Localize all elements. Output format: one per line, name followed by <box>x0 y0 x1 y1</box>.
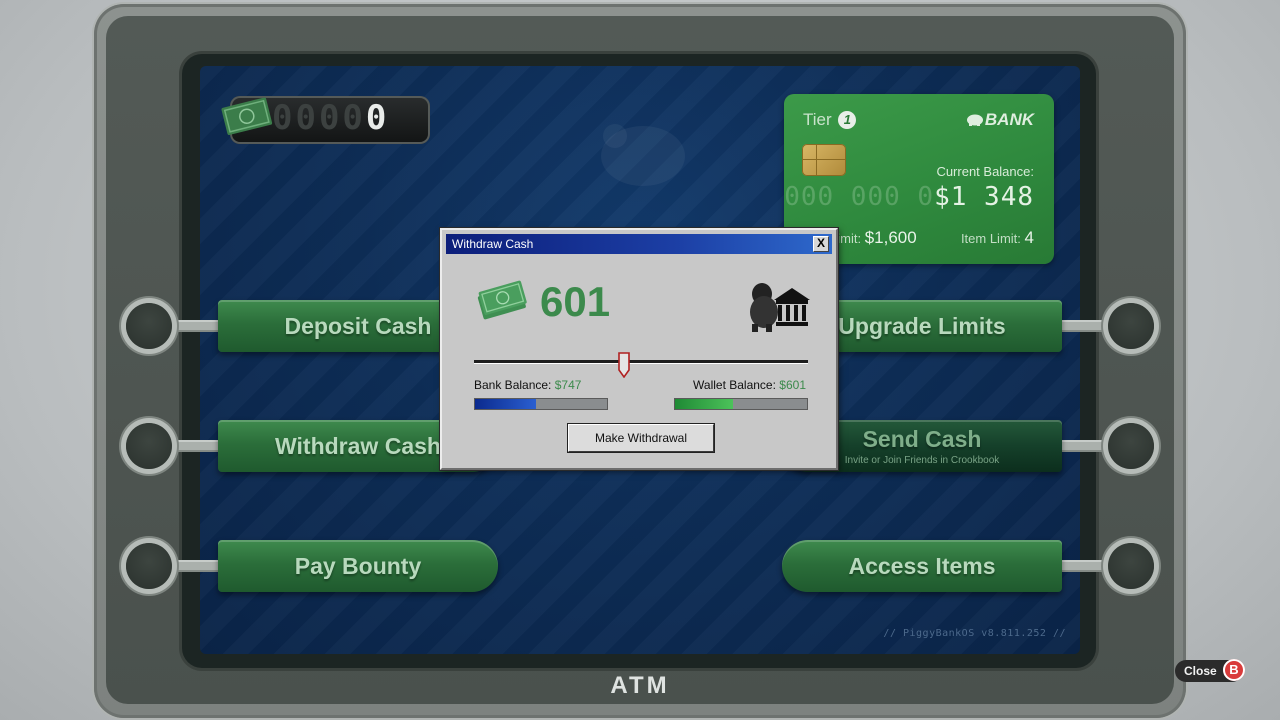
make-withdrawal-button[interactable]: Make Withdrawal <box>568 424 714 452</box>
close-hint-label: Close <box>1184 664 1217 678</box>
wallet-balance-bar <box>674 398 808 410</box>
bank-balance-bar <box>474 398 608 410</box>
withdraw-dialog: Withdraw Cash X 601 Bank Balance: $747 W… <box>440 228 838 470</box>
upgrade-knob[interactable] <box>1108 303 1154 349</box>
wallet-balance: Wallet Balance: $601 <box>693 378 806 392</box>
close-hint[interactable]: Close B <box>1175 659 1245 682</box>
pay-bounty-button[interactable]: Pay Bounty <box>218 540 498 592</box>
withdraw-knob[interactable] <box>126 423 172 469</box>
bank-balance: Bank Balance: $747 <box>474 378 582 392</box>
card-chip-icon <box>802 144 846 176</box>
dialog-title: Withdraw Cash <box>452 237 534 251</box>
access-items-knob[interactable] <box>1108 543 1154 589</box>
withdraw-amount: 601 <box>540 278 611 325</box>
cash-counter-digits: 00000 <box>272 98 390 138</box>
amount-slider-thumb[interactable] <box>618 352 631 378</box>
os-version: // PiggyBankOS v8.811.252 // <box>883 628 1066 639</box>
current-balance-value: 000 000 0$1 348 <box>784 182 1034 212</box>
cash-stack-icon <box>477 280 527 320</box>
dialog-titlebar[interactable]: Withdraw Cash X <box>446 234 832 254</box>
tier-badge: 1 <box>838 111 857 129</box>
send-cash-subtitle: Invite or Join Friends in Crookbook <box>844 455 1000 466</box>
pay-bounty-knob[interactable] <box>126 543 172 589</box>
current-balance-label: Current Balance: <box>936 164 1034 179</box>
piggy-watermark-icon <box>601 124 685 186</box>
amount-slider-track[interactable] <box>474 360 808 363</box>
atm-label: ATM <box>610 672 670 699</box>
bank-logo: BANK <box>965 110 1034 130</box>
tier-label: Tier 1 <box>803 110 857 130</box>
send-cash-knob[interactable] <box>1108 423 1154 469</box>
bank-balance-fill <box>475 399 536 409</box>
b-button-icon: B <box>1223 659 1245 681</box>
card-limit: Limit: $1,600 <box>830 228 917 247</box>
bank-robber-icon <box>750 283 810 332</box>
wallet-balance-fill <box>675 399 734 409</box>
access-items-button[interactable]: Access Items <box>782 540 1062 592</box>
item-limit: Item Limit: 4 <box>960 228 1034 247</box>
piggy-icon <box>966 114 983 126</box>
dialog-close-button[interactable]: X <box>813 236 829 252</box>
deposit-knob[interactable] <box>126 303 172 349</box>
